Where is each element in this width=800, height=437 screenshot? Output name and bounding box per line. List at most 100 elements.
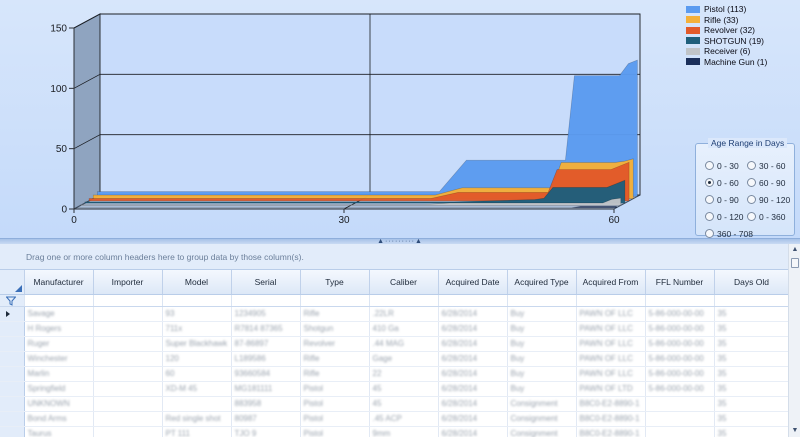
table-cell[interactable]: B8C0-E2-8890-1 [576, 426, 646, 437]
table-cell[interactable]: Buy [507, 381, 577, 397]
table-cell[interactable]: Consignment [507, 426, 577, 437]
table-cell[interactable]: 35 [714, 321, 790, 337]
table-cell[interactable]: Pistol [300, 411, 370, 427]
table-cell[interactable]: Bond Arms [24, 411, 94, 427]
scrollbar-thumb[interactable] [791, 258, 799, 268]
table-cell[interactable]: Shotgun [300, 321, 370, 337]
table-cell[interactable]: Marlin [24, 366, 94, 382]
table-cell[interactable]: 35 [714, 426, 790, 437]
table-cell[interactable] [93, 426, 163, 437]
table-cell[interactable]: Consignment [507, 396, 577, 412]
table-row[interactable]: Taurus PT 111 TJO 9 Pistol 9mm 6/28/2014 Consi… [0, 426, 790, 437]
scroll-down-icon[interactable]: ▼ [790, 426, 800, 436]
table-cell[interactable]: 6/28/2014 [438, 396, 508, 412]
radio-checked-icon[interactable] [705, 178, 714, 187]
table-cell[interactable]: 6/28/2014 [438, 306, 508, 322]
column-header[interactable]: Acquired Type [507, 270, 577, 295]
table-cell[interactable]: Rifle [300, 306, 370, 322]
table-row[interactable]: Savage 93 1234905 Rifle .22LR 6/28/2014 Buy PAW… [0, 306, 790, 322]
row-header[interactable] [0, 366, 25, 382]
column-header[interactable]: Importer [93, 270, 163, 295]
table-row[interactable]: H Rogers 711x R7814 87365 Shotgun 410 Ga 6/28… [0, 321, 790, 337]
table-cell[interactable]: Consignment [507, 411, 577, 427]
table-row[interactable]: UNKNOWN 883958 Pistol 45 6/28/2014 Consignmen… [0, 396, 790, 412]
table-cell[interactable]: 883958 [231, 396, 301, 412]
table-cell[interactable]: PAWN OF LLC [576, 306, 646, 322]
column-header[interactable]: Days Old [714, 270, 790, 295]
table-cell[interactable]: 35 [714, 411, 790, 427]
table-cell[interactable]: PAWN OF LLC [576, 366, 646, 382]
table-cell[interactable] [93, 396, 163, 412]
table-cell[interactable]: 80987 [231, 411, 301, 427]
row-header[interactable] [0, 321, 25, 337]
table-cell[interactable]: .44 MAG [369, 336, 439, 352]
table-cell[interactable]: B8C0-E2-8890-1 [576, 396, 646, 412]
age-range-option[interactable]: 0 - 90 [705, 193, 747, 206]
filter-row-header[interactable] [0, 294, 25, 307]
age-range-option[interactable]: 0 - 30 [705, 159, 747, 172]
radio-unchecked-icon[interactable] [705, 161, 714, 170]
table-cell[interactable]: 6/28/2014 [438, 366, 508, 382]
table-cell[interactable] [93, 306, 163, 322]
column-header[interactable]: FFL Number [645, 270, 715, 295]
scroll-up-icon[interactable]: ▲ [790, 245, 800, 255]
vertical-scrollbar[interactable]: ▲ ▼ [788, 244, 800, 437]
filter-cell[interactable] [438, 294, 508, 307]
column-header[interactable]: Acquired From [576, 270, 646, 295]
table-cell[interactable] [645, 396, 715, 412]
table-cell[interactable]: Pistol [300, 396, 370, 412]
table-cell[interactable]: 60 [162, 366, 232, 382]
table-cell[interactable]: Buy [507, 366, 577, 382]
age-range-option[interactable]: 30 - 60 [747, 159, 791, 172]
radio-unchecked-icon[interactable] [747, 178, 756, 187]
table-cell[interactable]: Super Blackhawk [162, 336, 232, 352]
table-cell[interactable]: Red single shot [162, 411, 232, 427]
table-cell[interactable]: Buy [507, 336, 577, 352]
row-header[interactable] [0, 411, 25, 427]
table-cell[interactable]: 22 [369, 366, 439, 382]
table-row[interactable]: Ruger Super Blackhawk 87-86897 Revolver .44 … [0, 336, 790, 352]
table-cell[interactable]: 93660584 [231, 366, 301, 382]
table-cell[interactable]: Winchester [24, 351, 94, 367]
table-cell[interactable] [645, 411, 715, 427]
table-cell[interactable]: 5-86-000-00-00 [645, 381, 715, 397]
table-cell[interactable]: PT 111 [162, 426, 232, 437]
table-row[interactable]: Marlin 60 93660584 Rifle 22 6/28/2014 Buy PAWN … [0, 366, 790, 382]
table-cell[interactable]: Savage [24, 306, 94, 322]
table-cell[interactable]: 5-86-000-00-00 [645, 336, 715, 352]
column-header[interactable]: Serial [231, 270, 301, 295]
table-cell[interactable]: 6/28/2014 [438, 411, 508, 427]
filter-cell[interactable] [231, 294, 301, 307]
table-cell[interactable]: 87-86897 [231, 336, 301, 352]
table-cell[interactable]: .22LR [369, 306, 439, 322]
table-cell[interactable]: 120 [162, 351, 232, 367]
table-cell[interactable]: 45 [369, 396, 439, 412]
row-header[interactable] [0, 306, 25, 322]
table-cell[interactable]: 5-86-000-00-00 [645, 351, 715, 367]
table-cell[interactable] [93, 366, 163, 382]
table-cell[interactable]: 5-86-000-00-00 [645, 321, 715, 337]
filter-cell[interactable] [24, 294, 94, 307]
table-cell[interactable]: 6/28/2014 [438, 381, 508, 397]
table-cell[interactable]: 6/28/2014 [438, 426, 508, 437]
table-cell[interactable]: Pistol [300, 381, 370, 397]
table-cell[interactable]: H Rogers [24, 321, 94, 337]
filter-cell[interactable] [369, 294, 439, 307]
table-cell[interactable]: Springfield [24, 381, 94, 397]
table-cell[interactable] [162, 396, 232, 412]
table-cell[interactable] [93, 321, 163, 337]
row-header[interactable] [0, 426, 25, 437]
table-cell[interactable]: 35 [714, 366, 790, 382]
table-cell[interactable]: 6/28/2014 [438, 336, 508, 352]
table-cell[interactable]: UNKNOWN [24, 396, 94, 412]
filter-cell[interactable] [576, 294, 646, 307]
table-cell[interactable]: Rifle [300, 366, 370, 382]
group-by-panel[interactable]: Drag one or more column headers here to … [0, 244, 788, 270]
age-range-option[interactable]: 0 - 360 [747, 210, 791, 223]
table-row[interactable]: Winchester 120 L189586 Rifle Gage 6/28/2014 Bu… [0, 351, 790, 367]
table-cell[interactable]: 5-86-000-00-00 [645, 366, 715, 382]
filter-cell[interactable] [645, 294, 715, 307]
filter-cell[interactable] [162, 294, 232, 307]
table-cell[interactable]: 711x [162, 321, 232, 337]
table-row[interactable]: Springfield XD-M 45 MG181111 Pistol 45 6/28/2… [0, 381, 790, 397]
